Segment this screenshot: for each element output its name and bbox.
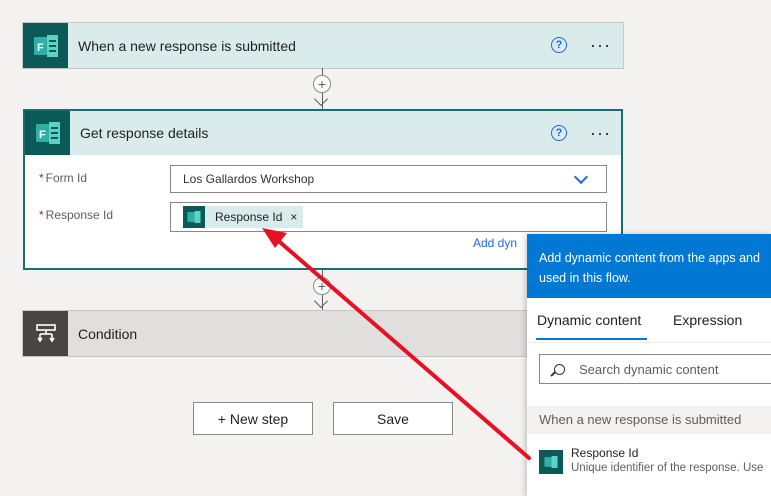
form-id-label-text: Form Id [45, 171, 88, 185]
dynamic-item-title: Response Id [571, 446, 639, 460]
dynamic-panel-header-line2: used in this flow. [539, 271, 631, 285]
forms-icon [539, 450, 563, 474]
forms-icon: F [23, 23, 68, 68]
form-id-label: * Form Id [39, 171, 87, 185]
condition-icon [23, 311, 68, 356]
close-icon[interactable]: × [290, 210, 297, 224]
forms-icon: F [25, 111, 70, 155]
more-icon[interactable]: ··· [590, 36, 611, 54]
action-title: Get response details [80, 125, 209, 141]
required-mark: * [39, 171, 44, 185]
forms-icon [183, 206, 205, 228]
dynamic-panel-header: Add dynamic content from the apps and us… [527, 234, 771, 298]
chevron-down-icon[interactable] [573, 169, 589, 185]
tab-dynamic-content[interactable]: Dynamic content [537, 312, 641, 328]
save-button[interactable]: Save [333, 402, 453, 435]
help-icon[interactable]: ? [551, 37, 567, 53]
dynamic-panel-tabs: Dynamic content Expression [527, 298, 771, 343]
down-arrow-icon [313, 293, 329, 309]
trigger-title: When a new response is submitted [78, 37, 296, 54]
response-id-token[interactable]: Response Id × [183, 206, 304, 228]
form-id-dropdown[interactable]: Los Gallardos Workshop [170, 165, 607, 193]
dynamic-item-text: Response Id Unique identifier of the res… [571, 446, 763, 474]
dynamic-content-panel[interactable]: Add dynamic content from the apps and us… [527, 234, 771, 496]
add-dynamic-content-link[interactable]: Add dyn [473, 236, 517, 250]
form-id-value: Los Gallardos Workshop [183, 172, 315, 186]
new-step-button[interactable]: + New step [193, 402, 313, 435]
required-mark: * [39, 208, 44, 222]
search-icon [554, 363, 565, 375]
down-arrow-icon [313, 91, 329, 107]
dynamic-section-header: When a new response is submitted [527, 406, 771, 434]
search-placeholder: Search dynamic content [579, 361, 719, 377]
search-input[interactable]: Search dynamic content [539, 354, 771, 384]
response-id-input[interactable]: Response Id × [170, 202, 607, 232]
svg-text:F: F [39, 129, 46, 141]
insert-step-button[interactable]: + [313, 277, 331, 295]
response-id-label: * Response Id [39, 208, 113, 222]
svg-text:F: F [37, 42, 44, 54]
token-label: Response Id [215, 210, 283, 224]
action-card-header[interactable]: F Get response details ? ··· [25, 111, 621, 155]
response-id-label-text: Response Id [45, 208, 114, 222]
active-tab-indicator [536, 338, 647, 340]
trigger-card[interactable]: F When a new response is submitted ? ··· [23, 23, 623, 68]
help-icon[interactable]: ? [551, 125, 567, 141]
dynamic-item-description: Unique identifier of the response. Use [571, 462, 764, 474]
more-icon[interactable]: ··· [590, 124, 611, 142]
dynamic-item-response-id[interactable]: Response Id Unique identifier of the res… [539, 446, 763, 474]
tab-expression[interactable]: Expression [673, 312, 742, 328]
insert-step-button[interactable]: + [313, 75, 331, 93]
dynamic-panel-header-line1: Add dynamic content from the apps and [539, 251, 760, 265]
trigger-card-header[interactable]: F When a new response is submitted ? ··· [23, 23, 623, 68]
